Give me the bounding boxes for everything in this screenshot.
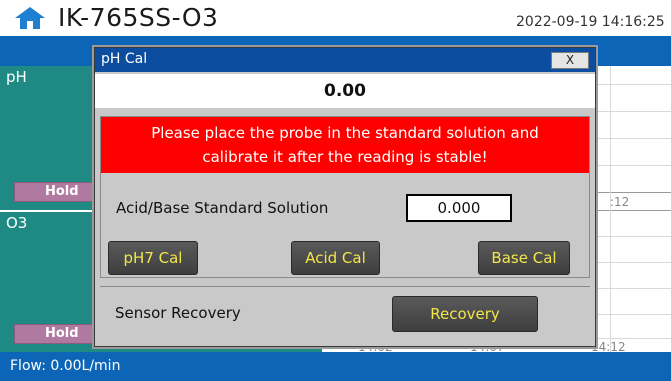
sensor-recovery-label: Sensor Recovery bbox=[115, 304, 241, 322]
recovery-section: Sensor Recovery Recovery bbox=[100, 286, 590, 340]
dialog-title: pH Cal bbox=[101, 51, 148, 67]
ph-label: pH bbox=[6, 68, 27, 86]
flow-readout: Flow: 0.00L/min bbox=[10, 358, 121, 374]
grid-line bbox=[610, 66, 611, 352]
device-title: IK-765SS-O3 bbox=[58, 3, 219, 32]
datetime: 2022-09-19 14:16:25 bbox=[516, 14, 665, 30]
header: IK-765SS-O3 2022-09-19 14:16:25 bbox=[0, 0, 671, 36]
warning-line-2: calibrate it after the reading is stable… bbox=[202, 148, 488, 166]
base-cal-button[interactable]: Base Cal bbox=[478, 241, 570, 275]
ph7-cal-button[interactable]: pH7 Cal bbox=[108, 241, 198, 275]
ph-reading: 0.00 bbox=[95, 74, 595, 108]
warning-line-1: Please place the probe in the standard s… bbox=[151, 124, 539, 142]
calibration-warning: Please place the probe in the standard s… bbox=[101, 117, 589, 173]
recovery-button[interactable]: Recovery bbox=[392, 296, 538, 332]
close-button[interactable]: X bbox=[551, 52, 589, 69]
o3-hold-button[interactable]: Hold bbox=[14, 324, 94, 344]
acid-cal-button[interactable]: Acid Cal bbox=[291, 241, 380, 275]
ph-time-tick: :12 bbox=[610, 195, 630, 209]
ph-hold-button[interactable]: Hold bbox=[14, 182, 94, 202]
o3-label: O3 bbox=[6, 214, 28, 232]
status-footer: Flow: 0.00L/min bbox=[0, 352, 671, 381]
standard-solution-label: Acid/Base Standard Solution bbox=[116, 199, 329, 217]
home-icon[interactable] bbox=[13, 6, 47, 30]
standard-solution-input[interactable]: 0.000 bbox=[406, 194, 512, 222]
ph-cal-dialog: pH Cal X 0.00 Please place the probe in … bbox=[94, 47, 596, 347]
dialog-titlebar[interactable]: pH Cal X bbox=[95, 48, 595, 72]
calibration-section: Please place the probe in the standard s… bbox=[100, 116, 590, 278]
